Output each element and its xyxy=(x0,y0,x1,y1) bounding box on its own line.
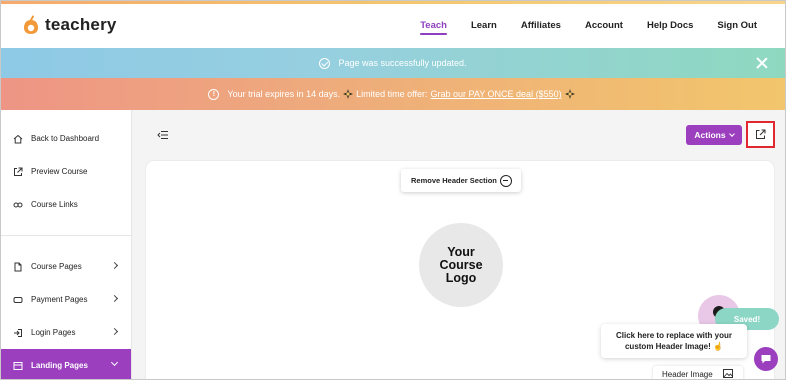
sidebar-item-label: Back to Dashboard xyxy=(31,134,100,143)
tooltip-line-text: custom Header Image! xyxy=(624,342,711,351)
sidebar-item-landing-pages[interactable]: Landing Pages xyxy=(1,349,131,379)
header-image-label: Header Image xyxy=(662,369,713,379)
sidebar-item-label: Course Links xyxy=(31,200,78,209)
layout-icon xyxy=(13,361,23,370)
offer-text: Limited time offer: xyxy=(356,89,428,99)
header-image-button[interactable]: Header Image xyxy=(653,366,743,379)
image-icon xyxy=(723,369,733,378)
logo-line: Logo xyxy=(445,270,477,285)
remove-header-section-button[interactable]: Remove Header Section xyxy=(401,169,521,192)
chevron-down-icon xyxy=(728,131,735,137)
document-icon xyxy=(14,262,22,271)
check-circle-icon xyxy=(319,57,331,69)
course-logo-placeholder[interactable]: Your Course Logo xyxy=(419,223,503,307)
chevron-down-icon xyxy=(110,358,119,367)
logo-text: teachery xyxy=(45,15,117,34)
trial-text: Your trial expires in 14 days. xyxy=(227,89,341,99)
sidebar: Back to Dashboard Preview Course Course … xyxy=(1,110,132,379)
sparkle-icon xyxy=(564,89,575,99)
sidebar-item-payment-pages[interactable]: Payment Pages xyxy=(1,283,131,316)
sidebar-item-label: Landing Pages xyxy=(31,361,88,370)
credit-card-icon xyxy=(13,296,23,303)
logo-line: Your xyxy=(447,244,475,259)
logo[interactable]: teachery xyxy=(23,15,117,35)
sidebar-item-label: Course Pages xyxy=(31,262,82,271)
pointing-hand-icon: ☝ xyxy=(713,342,723,351)
chevron-right-icon xyxy=(110,261,119,270)
tooltip-line: custom Header Image! ☝ xyxy=(601,341,747,352)
chevron-right-icon xyxy=(110,294,119,303)
minus-circle-icon xyxy=(500,174,512,187)
nav-affiliates[interactable]: Affiliates xyxy=(509,4,573,48)
deal-link[interactable]: Grab our PAY ONCE deal ($550) xyxy=(431,89,562,99)
nav-sign-out[interactable]: Sign Out xyxy=(705,4,769,48)
sidebar-item-label: Login Pages xyxy=(31,328,76,337)
success-banner: Page was successfully updated. xyxy=(1,48,785,78)
sidebar-item-login-pages[interactable]: Login Pages xyxy=(1,316,131,349)
close-banner-icon[interactable] xyxy=(756,57,768,69)
external-link-icon xyxy=(14,167,23,176)
sidebar-item-preview-course[interactable]: Preview Course xyxy=(1,155,131,188)
open-preview-button[interactable] xyxy=(746,121,775,148)
nav-links: Teach Learn Affiliates Account Help Docs… xyxy=(408,4,769,48)
top-navbar: teachery Teach Learn Affiliates Account … xyxy=(1,4,785,48)
nav-learn[interactable]: Learn xyxy=(459,4,509,48)
login-icon xyxy=(14,328,22,337)
sidebar-item-course-pages[interactable]: Course Pages xyxy=(1,250,131,283)
actions-dropdown-button[interactable]: Actions xyxy=(686,125,742,145)
app-window: teachery Teach Learn Affiliates Account … xyxy=(1,1,785,379)
trial-banner: ! Your trial expires in 14 days. Limited… xyxy=(1,78,785,110)
external-link-icon xyxy=(756,129,766,139)
chat-support-button[interactable] xyxy=(754,347,778,371)
chat-bubble-icon xyxy=(761,355,771,364)
sidebar-divider xyxy=(1,235,131,236)
collapse-sidebar-icon[interactable] xyxy=(157,130,169,140)
success-message: Page was successfully updated. xyxy=(338,58,467,68)
actions-label: Actions xyxy=(694,130,726,140)
sidebar-item-label: Preview Course xyxy=(31,167,88,176)
logo-line: Course xyxy=(439,257,483,272)
home-icon xyxy=(13,134,23,143)
tooltip-line: Click here to replace with your xyxy=(615,331,733,340)
nav-help-docs[interactable]: Help Docs xyxy=(635,4,705,48)
link-icon xyxy=(13,202,23,207)
remove-header-label: Remove Header Section xyxy=(411,176,497,185)
nav-account[interactable]: Account xyxy=(573,4,635,48)
nav-teach[interactable]: Teach xyxy=(408,4,459,48)
sidebar-item-back-to-dashboard[interactable]: Back to Dashboard xyxy=(1,122,131,155)
sidebar-item-course-links[interactable]: Course Links xyxy=(1,188,131,221)
sidebar-item-label: Payment Pages xyxy=(31,295,88,304)
teachery-logo-icon xyxy=(24,15,38,34)
header-image-tooltip: Click here to replace with your custom H… xyxy=(601,324,747,358)
sparkle-icon xyxy=(343,89,354,99)
warning-icon: ! xyxy=(208,88,220,100)
chevron-right-icon xyxy=(110,327,119,336)
